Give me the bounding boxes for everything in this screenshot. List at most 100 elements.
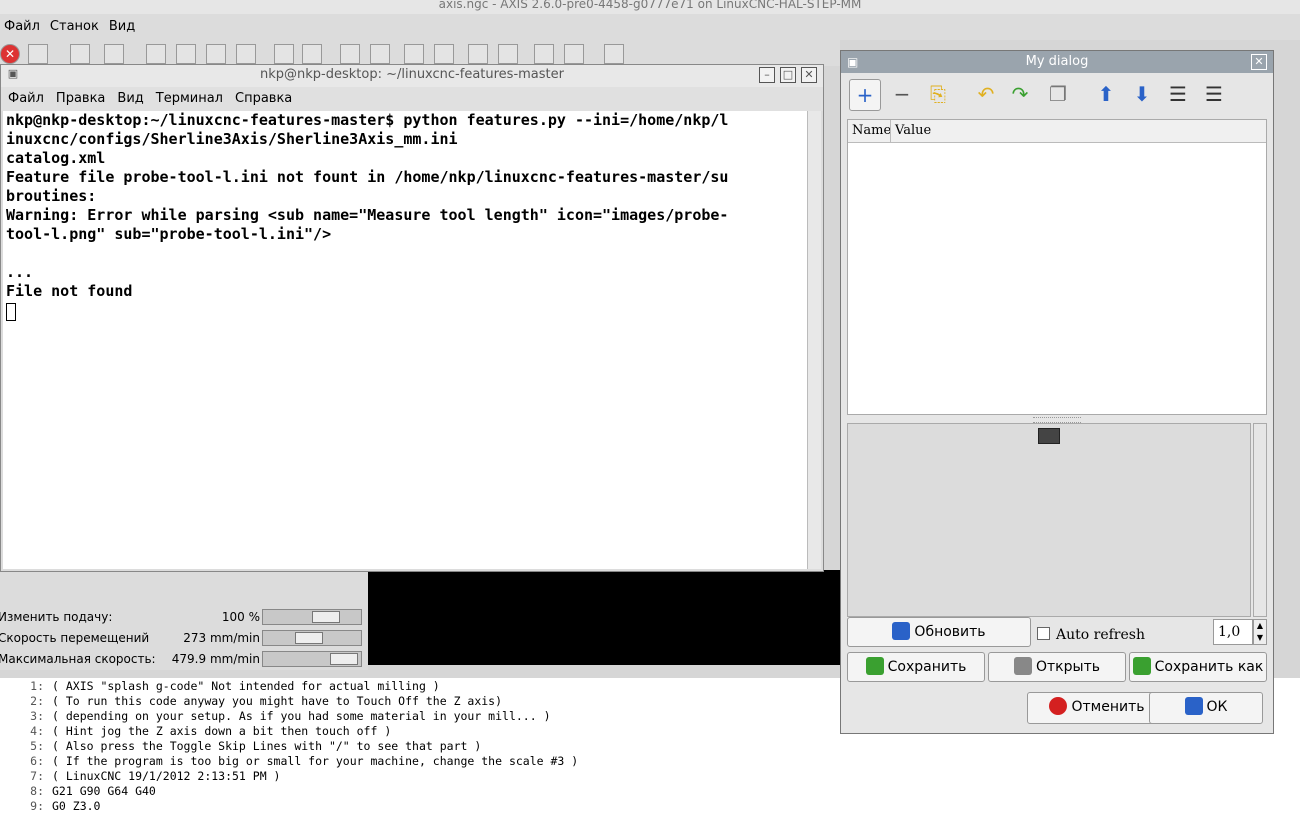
gcode-line-number: 7:	[30, 769, 44, 783]
view-x-icon[interactable]	[468, 44, 488, 64]
gcode-line[interactable]: 1: ( AXIS "splash g-code" Not intended fo…	[0, 679, 440, 694]
dialog-close-icon[interactable]: ✕	[1251, 54, 1267, 70]
max-velocity-label: Максимальная скорость:	[0, 652, 156, 666]
gcode-line-number: 4:	[30, 724, 44, 738]
zoom-in-icon[interactable]	[340, 44, 360, 64]
feature-tree[interactable]: Name Value	[847, 119, 1267, 415]
duplicate-icon[interactable]: ⎘	[923, 79, 953, 109]
step-icon[interactable]	[176, 44, 196, 64]
unindent-icon[interactable]: ☰	[1199, 79, 1229, 109]
ok-label: ОК	[1206, 699, 1228, 715]
rotate-view-icon[interactable]	[564, 44, 584, 64]
optional-stop-icon[interactable]	[302, 44, 322, 64]
cancel-icon	[1049, 697, 1068, 715]
gcode-line[interactable]: 5: ( Also press the Toggle Skip Lines wit…	[0, 739, 481, 754]
open-button[interactable]: Открыть	[988, 652, 1126, 682]
view-z-icon[interactable]	[404, 44, 424, 64]
reload-icon[interactable]	[104, 44, 124, 64]
pause-icon[interactable]	[206, 44, 226, 64]
refresh-button[interactable]: Обновить	[847, 617, 1031, 647]
open-file-icon[interactable]	[70, 44, 90, 64]
cancel-label: Отменить	[1071, 699, 1145, 715]
feed-override-thumb[interactable]	[312, 611, 340, 623]
jog-speed-thumb[interactable]	[295, 632, 323, 644]
estop-icon[interactable]: ✕	[0, 44, 20, 64]
save-as-button[interactable]: Сохранить как	[1129, 652, 1267, 682]
max-velocity-row: Максимальная скорость: 479.9 mm/min	[0, 650, 368, 670]
save-as-label: Сохранить как	[1154, 659, 1264, 675]
move-up-icon[interactable]: ⬆	[1091, 79, 1121, 109]
move-down-icon[interactable]: ⬇	[1127, 79, 1157, 109]
terminal-line: catalog.xml	[6, 149, 106, 167]
dialog-titlebar: ▣ My dialog ✕	[841, 51, 1273, 73]
column-value[interactable]: Value	[890, 120, 931, 142]
auto-refresh-label: Auto refresh	[1056, 627, 1145, 643]
minimize-icon[interactable]: –	[759, 67, 775, 83]
add-icon[interactable]: +	[849, 79, 881, 111]
gcode-line[interactable]: 8: G21 G90 G64 G40	[0, 784, 156, 799]
power-icon[interactable]	[28, 44, 48, 64]
gcode-line[interactable]: 9: G0 Z3.0	[0, 799, 100, 814]
close-icon[interactable]: ✕	[801, 67, 817, 83]
terminal-menu-view[interactable]: Вид	[110, 87, 148, 111]
axis-menu-file[interactable]: Файл	[0, 14, 46, 40]
gcode-line-text: G21 G90 G64 G40	[52, 784, 156, 798]
gcode-line[interactable]: 4: ( Hint jog the Z axis down a bit then …	[0, 724, 391, 739]
save-label: Сохранить	[887, 659, 967, 675]
jog-speed-row: Скорость перемещений 273 mm/min	[0, 629, 368, 649]
save-as-icon	[1132, 657, 1151, 675]
terminal-line: nkp@nkp-desktop:~/linuxcnc-features-mast…	[6, 111, 729, 129]
preview-pane	[847, 423, 1251, 617]
skip-lines-icon[interactable]	[274, 44, 294, 64]
checkbox-box[interactable]	[1037, 627, 1050, 640]
column-name[interactable]: Name	[852, 120, 891, 142]
undo-icon[interactable]: ↶	[971, 79, 1001, 109]
image-placeholder-icon	[1038, 428, 1060, 444]
view-z2-icon[interactable]	[434, 44, 454, 64]
axis-menu-view[interactable]: Вид	[105, 14, 141, 40]
jog-speed-label: Скорость перемещений	[0, 631, 150, 645]
indent-icon[interactable]: ☰	[1163, 79, 1193, 109]
clear-plot-icon[interactable]	[604, 44, 624, 64]
gcode-line-number: 2:	[30, 694, 44, 708]
my-dialog: ▣ My dialog ✕ + − ⎘ ↶ ↷ ❐ ⬆ ⬇ ☰ ☰ Name V…	[840, 50, 1274, 734]
copy-icon[interactable]: ❐	[1043, 79, 1073, 109]
gcode-line[interactable]: 6: ( If the program is too big or small f…	[0, 754, 578, 769]
terminal-window-icon: ▣	[7, 67, 19, 80]
interval-spinner[interactable]: 1,0	[1213, 619, 1253, 645]
gcode-line[interactable]: 3: ( depending on your setup. As if you h…	[0, 709, 550, 724]
gcode-line-number: 1:	[30, 679, 44, 693]
axis-menubar: Файл Станок Вид	[0, 14, 1300, 40]
max-velocity-slider[interactable]	[262, 651, 362, 667]
terminal-menu-file[interactable]: Файл	[1, 87, 49, 111]
terminal-scrollbar[interactable]	[807, 111, 821, 569]
terminal-menu-edit[interactable]: Правка	[49, 87, 110, 111]
zoom-out-icon[interactable]	[370, 44, 390, 64]
remove-icon[interactable]: −	[887, 79, 917, 109]
axis-menu-machine[interactable]: Станок	[46, 14, 105, 40]
terminal-menu-terminal[interactable]: Терминал	[149, 87, 228, 111]
gcode-line[interactable]: 2: ( To run this code anyway you might ha…	[0, 694, 502, 709]
terminal-menu-help[interactable]: Справка	[228, 87, 297, 111]
run-icon[interactable]	[146, 44, 166, 64]
stop-icon[interactable]	[236, 44, 256, 64]
gcode-line-text: ( LinuxCNC 19/1/2012 2:13:51 PM )	[52, 769, 281, 783]
max-velocity-thumb[interactable]	[330, 653, 358, 665]
save-icon	[865, 657, 884, 675]
toolpath-preview[interactable]	[368, 570, 840, 665]
cancel-button[interactable]: Отменить	[1027, 692, 1167, 724]
feed-override-slider[interactable]	[262, 609, 362, 625]
view-y-icon[interactable]	[498, 44, 518, 64]
save-button[interactable]: Сохранить	[847, 652, 985, 682]
auto-refresh-checkbox[interactable]: Auto refresh	[1037, 627, 1145, 643]
terminal-output[interactable]: nkp@nkp-desktop:~/linuxcnc-features-mast…	[3, 111, 807, 569]
preview-scrollbar[interactable]	[1253, 423, 1267, 617]
redo-icon[interactable]: ↷	[1005, 79, 1035, 109]
gcode-line-number: 8:	[30, 784, 44, 798]
ok-button[interactable]: ОК	[1149, 692, 1263, 724]
spinner-arrows[interactable]: ▲ ▼	[1253, 619, 1267, 645]
view-p-icon[interactable]	[534, 44, 554, 64]
maximize-icon[interactable]: □	[780, 67, 796, 83]
gcode-line[interactable]: 7: ( LinuxCNC 19/1/2012 2:13:51 PM )	[0, 769, 280, 784]
jog-speed-slider[interactable]	[262, 630, 362, 646]
